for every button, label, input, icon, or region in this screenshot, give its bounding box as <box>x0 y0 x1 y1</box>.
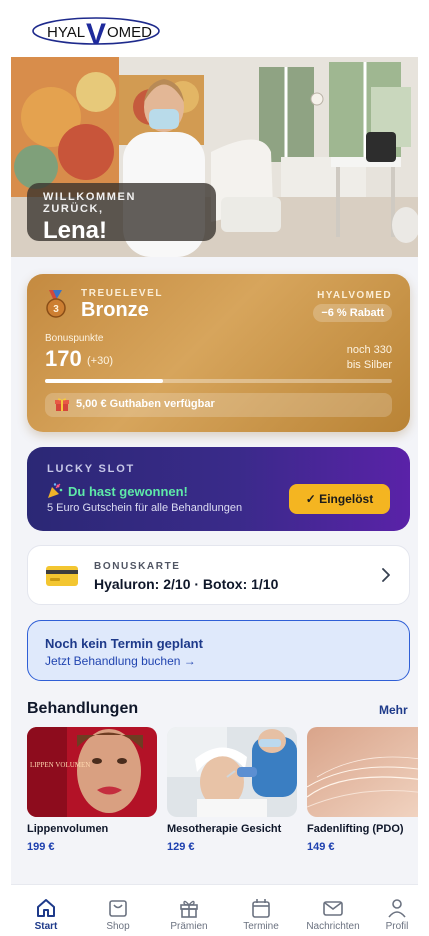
loyalty-card[interactable]: 3 TREUELEVEL Bronze HYALVOMED −6 % Rabat… <box>27 274 410 432</box>
points-value: 170 <box>45 346 82 371</box>
gift-icon <box>180 900 198 918</box>
bonus-card-row[interactable]: BONUSKARTE Hyaluron: 2/10 · Botox: 1/10 <box>27 545 410 605</box>
hero-banner: WILLKOMMEN ZURÜCK, Lena! <box>11 57 418 257</box>
treatment-image <box>307 727 418 817</box>
points-delta: (+30) <box>87 355 113 367</box>
no-appointment-title: Noch kein Termin geplant <box>45 636 203 651</box>
credit-card-icon <box>46 566 78 586</box>
treatments-title: Behandlungen <box>27 700 139 717</box>
thread-lifting-image <box>307 727 418 817</box>
treatment-tile-fadenlifting[interactable]: Fadenlifting (PDO) 149 € <box>307 727 418 853</box>
mesotherapy-image <box>167 727 297 817</box>
bronze-medal-icon: 3 <box>46 290 66 318</box>
user-icon <box>388 899 406 918</box>
chevron-right-icon <box>382 568 390 582</box>
svg-text:HYAL: HYAL <box>47 24 85 41</box>
nav-item-profil[interactable]: Profil <box>376 885 418 936</box>
mail-icon <box>323 901 343 916</box>
treatment-name: Lippenvolumen <box>27 823 109 835</box>
svg-text:3: 3 <box>53 304 59 315</box>
treatment-name: Mesotherapie Gesicht <box>167 823 282 835</box>
treatment-tile-lippenvolumen[interactable]: LIPPEN VOLUMEN Lippenvolumen 199 € <box>27 727 157 853</box>
credit-text: 5,00 € Guthaben verfügbar <box>76 398 215 410</box>
brand-label: HYALVOMED <box>317 290 392 301</box>
lucky-slot-card: LUCKY SLOT Du hast gewonnen! 5 Euro Guts… <box>27 447 410 531</box>
level-name: Bronze <box>81 299 149 321</box>
treatment-name: Fadenlifting (PDO) <box>307 823 404 835</box>
next-level-name: bis Silber <box>346 359 392 371</box>
bonus-card-value: Hyaluron: 2/10 · Botox: 1/10 <box>94 576 279 592</box>
top-header: HYAL V OMED <box>11 0 418 57</box>
treatment-price: 129 € <box>167 841 195 853</box>
nav-label: Start <box>34 921 58 932</box>
hyalvomed-logo[interactable]: HYAL V OMED <box>31 10 161 50</box>
level-progress-bar <box>45 379 392 383</box>
lucky-description: 5 Euro Gutschein für alle Behandlungen <box>47 502 243 514</box>
welcome-kicker: WILLKOMMEN ZURÜCK, <box>43 191 136 215</box>
level-kicker: TREUELEVEL <box>81 288 164 299</box>
user-name: Lena! <box>43 217 108 244</box>
nav-label: Nachrichten <box>306 921 360 932</box>
svg-text:V: V <box>86 18 106 50</box>
app-screen: HYAL V OMED WILLKOMMEN ZURÜCK, Lena! 3 T… <box>11 0 418 936</box>
level-progress-fill <box>45 379 163 383</box>
welcome-box: WILLKOMMEN ZURÜCK, Lena! <box>27 183 216 244</box>
nav-item-praemien[interactable]: Prämien <box>160 885 218 936</box>
treatment-price: 199 € <box>27 841 55 853</box>
nav-item-start[interactable]: Start <box>17 885 75 936</box>
nav-item-nachrichten[interactable]: Nachrichten <box>302 885 364 936</box>
treatment-tile-mesotherapie[interactable]: Mesotherapie Gesicht 129 € <box>167 727 297 853</box>
points-label: Bonuspunkte <box>45 333 104 344</box>
nav-item-termine[interactable]: Termine <box>232 885 290 936</box>
gift-icon <box>55 398 69 411</box>
svg-text:LIPPEN VOLUMEN: LIPPEN VOLUMEN <box>30 761 90 769</box>
svg-text:OMED: OMED <box>107 24 152 41</box>
nav-item-shop[interactable]: Shop <box>89 885 147 936</box>
book-treatment-link[interactable]: Jetzt Behandlung buchen → <box>45 654 196 668</box>
lucky-kicker: LUCKY SLOT <box>47 463 136 475</box>
redeemed-button[interactable]: ✓ Eingelöst <box>289 484 390 514</box>
nav-label: Shop <box>106 921 130 932</box>
bottom-navigation: Start Shop Prämien Termine Nachrichten P… <box>11 884 418 936</box>
nav-label: Profil <box>385 921 409 932</box>
more-treatments-link[interactable]: Mehr <box>379 703 408 717</box>
bonus-card-kicker: BONUSKARTE <box>94 561 181 572</box>
home-icon <box>37 899 55 917</box>
lucky-win-text: Du hast gewonnen! <box>68 484 188 499</box>
calendar-icon <box>252 899 270 918</box>
nav-label: Termine <box>243 921 279 932</box>
nav-label: Prämien <box>170 921 208 932</box>
credit-banner[interactable]: 5,00 € Guthaben verfügbar <box>45 393 392 417</box>
treatment-price: 149 € <box>307 841 335 853</box>
treatment-image <box>167 727 297 817</box>
discount-badge: −6 % Rabatt <box>313 304 392 322</box>
next-level-remaining: noch 330 <box>346 344 392 356</box>
party-popper-icon <box>48 483 63 498</box>
lip-volume-image: LIPPEN VOLUMEN <box>27 727 157 817</box>
treatment-image: LIPPEN VOLUMEN <box>27 727 157 817</box>
no-appointment-banner[interactable]: Noch kein Termin geplant Jetzt Behandlun… <box>27 620 410 681</box>
shopping-bag-icon <box>109 900 127 917</box>
